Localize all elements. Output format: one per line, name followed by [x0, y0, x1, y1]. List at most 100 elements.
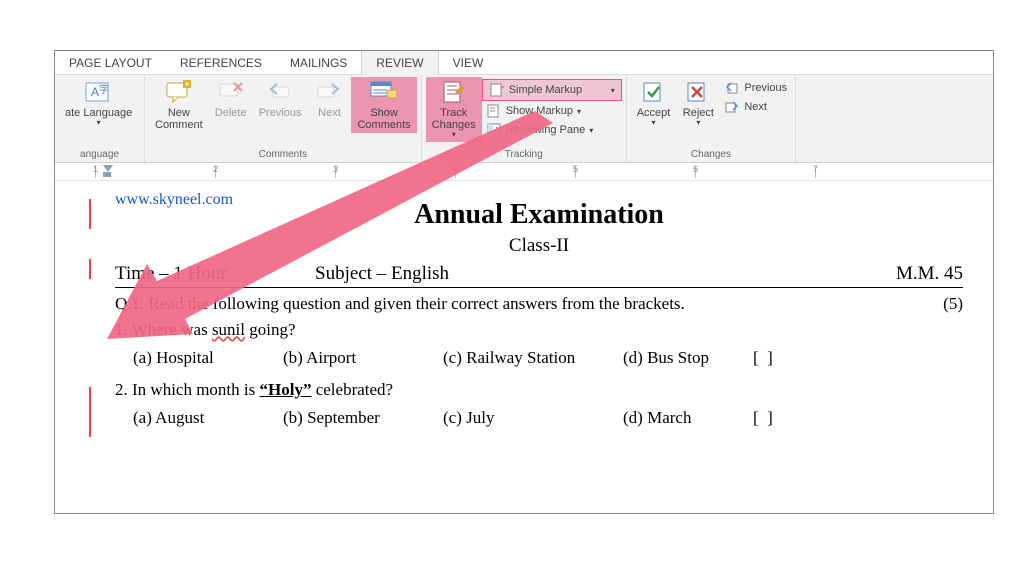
meta-subject: Subject – English — [315, 263, 863, 285]
track-changes-button[interactable]: Track Changes ▾ — [426, 77, 482, 142]
reviewing-pane-icon — [486, 122, 502, 138]
change-bar — [89, 259, 91, 279]
previous-change-icon — [724, 80, 740, 96]
question-item: 1. Where was sunil going? — [115, 320, 963, 340]
change-bar — [89, 199, 91, 229]
group-tracking: Track Changes ▾ Simple Markup ▾ Show Mar… — [422, 75, 627, 162]
show-comments-button[interactable]: Show Comments — [351, 77, 416, 133]
dropdown-icon: ▾ — [611, 86, 615, 95]
group-language: A字 ate Language ▾ anguage — [55, 75, 145, 162]
dropdown-icon: ▾ — [452, 131, 456, 140]
previous-comment-button[interactable]: Previous — [253, 77, 308, 121]
answer-box: [ ] — [753, 348, 803, 368]
simple-markup-dropdown[interactable]: Simple Markup ▾ — [482, 79, 622, 101]
next-change-button[interactable]: Next — [720, 98, 791, 116]
delete-comment-icon — [215, 79, 247, 105]
option: (b) September — [283, 408, 443, 428]
bold-underline: “Holy” — [260, 380, 312, 399]
dropdown-icon: ▾ — [577, 107, 581, 116]
meta-time: Time – 1 Hour — [115, 263, 315, 285]
new-comment-label: New Comment — [155, 107, 203, 131]
options-row: (a) August (b) September (c) July (d) Ma… — [115, 408, 963, 428]
q-text: 2. In which month is — [115, 380, 260, 399]
reviewing-pane-dropdown[interactable]: Reviewing Pane ▾ — [482, 121, 622, 139]
option: (a) Hospital — [133, 348, 283, 368]
previous-comment-icon — [264, 79, 296, 105]
next-comment-button[interactable]: Next — [307, 77, 351, 121]
simple-markup-label: Simple Markup — [509, 84, 582, 96]
tab-review[interactable]: REVIEW — [361, 50, 438, 75]
delete-comment-button[interactable]: Delete — [209, 77, 253, 121]
reject-icon — [682, 79, 714, 105]
next-change-label: Next — [744, 101, 767, 113]
dropdown-icon: ▾ — [696, 119, 700, 128]
ribbon-tabs: PAGE LAYOUT REFERENCES MAILINGS REVIEW V… — [55, 51, 993, 75]
q-text: 1. Where was — [115, 320, 212, 339]
ruler-tick: 6 — [693, 164, 698, 174]
tab-references[interactable]: REFERENCES — [166, 51, 276, 75]
new-comment-icon — [163, 79, 195, 105]
group-label-language: anguage — [59, 148, 140, 162]
delete-label: Delete — [215, 107, 247, 119]
tab-view[interactable]: VIEW — [439, 51, 498, 75]
ribbon: A字 ate Language ▾ anguage New Comment — [55, 75, 993, 163]
option: (b) Airport — [283, 348, 443, 368]
question-heading: Q.1. Read the following question and giv… — [115, 294, 963, 314]
doc-subtitle: Class-II — [115, 235, 963, 257]
ruler-tick: 7 — [813, 164, 818, 174]
group-label-tracking: Tracking — [426, 148, 622, 162]
ruler-tick: 2 — [213, 164, 218, 174]
ruler-tick: 5 — [573, 164, 578, 174]
option: (c) Railway Station — [443, 348, 623, 368]
previous-change-label: Previous — [744, 82, 787, 94]
previous-label: Previous — [259, 107, 302, 119]
language-icon: A字 — [83, 79, 115, 105]
accept-button[interactable]: Accept ▾ — [631, 77, 677, 130]
show-comments-icon — [368, 79, 400, 105]
dropdown-icon: ▾ — [97, 119, 101, 128]
next-label: Next — [318, 107, 341, 119]
change-bar — [89, 387, 91, 437]
ruler-tick: 1 — [93, 164, 98, 174]
watermark-link: www.skyneel.com — [115, 191, 233, 209]
show-markup-dropdown[interactable]: Show Markup ▾ — [482, 102, 622, 120]
group-label-comments: Comments — [149, 148, 417, 162]
answer-box: [ ] — [753, 408, 803, 428]
q-text: celebrated? — [311, 380, 393, 399]
show-markup-icon — [486, 103, 502, 119]
simple-markup-icon — [489, 82, 505, 98]
option: (d) Bus Stop — [623, 348, 753, 368]
doc-meta-row: Time – 1 Hour Subject – English M.M. 45 — [115, 263, 963, 288]
option: (c) July — [443, 408, 623, 428]
meta-marks: M.M. 45 — [863, 263, 963, 285]
dropdown-icon: ▾ — [589, 126, 593, 135]
tab-page-layout[interactable]: PAGE LAYOUT — [55, 51, 166, 75]
svg-text:A: A — [91, 85, 99, 99]
changes-nav: Previous Next — [720, 77, 791, 116]
svg-text:字: 字 — [99, 83, 109, 96]
next-comment-icon — [313, 79, 345, 105]
q1-text: Q.1. Read the following question and giv… — [115, 294, 685, 313]
tracking-options: Simple Markup ▾ Show Markup ▾ Reviewing … — [482, 77, 622, 139]
track-changes-label: Track Changes — [432, 107, 476, 131]
option: (d) March — [623, 408, 753, 428]
document-page[interactable]: www.skyneel.com Annual Examination Class… — [55, 181, 993, 428]
previous-change-button[interactable]: Previous — [720, 79, 791, 97]
group-label-changes: Changes — [631, 148, 791, 162]
language-button[interactable]: A字 ate Language ▾ — [59, 77, 138, 130]
q1-marks: (5) — [943, 294, 963, 314]
new-comment-button[interactable]: New Comment — [149, 77, 209, 133]
q-text: going? — [245, 320, 296, 339]
accept-icon — [638, 79, 670, 105]
question-item: 2. In which month is “Holy” celebrated? — [115, 380, 963, 400]
doc-title: Annual Examination — [115, 199, 963, 231]
horizontal-ruler[interactable]: 1 2 3 4 5 6 7 — [55, 163, 993, 181]
show-comments-label: Show Comments — [357, 107, 410, 131]
group-comments: New Comment Delete Previous — [145, 75, 422, 162]
ruler-tick: 3 — [333, 164, 338, 174]
track-changes-icon — [438, 79, 470, 105]
spell-error: sunil — [212, 320, 245, 339]
tab-mailings[interactable]: MAILINGS — [276, 51, 361, 75]
reject-button[interactable]: Reject ▾ — [676, 77, 720, 130]
app-window: PAGE LAYOUT REFERENCES MAILINGS REVIEW V… — [54, 50, 994, 514]
